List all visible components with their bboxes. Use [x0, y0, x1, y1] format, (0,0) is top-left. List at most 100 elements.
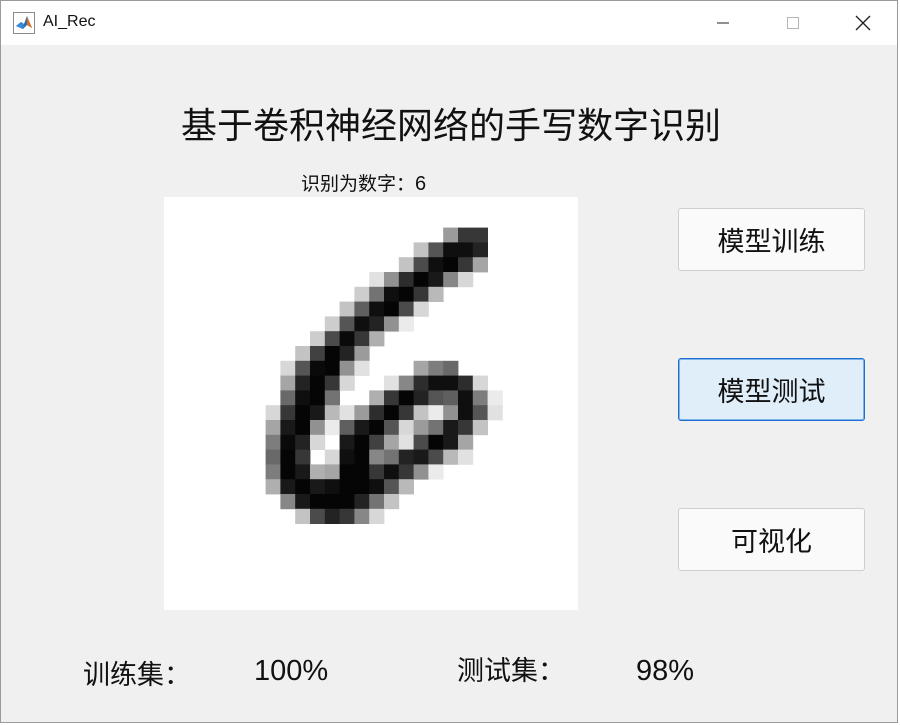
digit-pixel [369, 449, 385, 465]
digit-pixel [339, 316, 355, 332]
digit-pixel [354, 494, 370, 510]
maximize-button[interactable] [758, 1, 828, 45]
digit-pixel [413, 464, 429, 480]
digit-pixel [354, 286, 370, 302]
test-model-button[interactable]: 模型测试 [678, 358, 865, 421]
digit-pixel [280, 494, 296, 510]
digit-pixel [384, 449, 400, 465]
digit-pixel [384, 286, 400, 302]
digit-pixel [369, 420, 385, 436]
minimize-icon [717, 22, 729, 24]
digit-pixel [265, 434, 281, 450]
window-title: AI_Rec [43, 13, 96, 30]
digit-pixel [413, 257, 429, 273]
digit-pixel [487, 390, 503, 406]
digit-pixel [295, 434, 311, 450]
digit-pixel [458, 375, 474, 391]
digit-pixel [398, 405, 414, 421]
digit-pixel [280, 434, 296, 450]
digit-pixel [354, 331, 370, 347]
digit-pixel [354, 346, 370, 362]
digit-pixel [295, 346, 311, 362]
digit-pixel [472, 375, 488, 391]
digit-pixel [398, 272, 414, 288]
digit-pixel [324, 390, 340, 406]
digit-pixel [369, 390, 385, 406]
digit-pixel [354, 449, 370, 465]
digit-pixel [310, 405, 326, 421]
digit-pixel [413, 434, 429, 450]
digit-pixel [428, 242, 444, 258]
digit-pixel [369, 286, 385, 302]
digit-pixel [398, 375, 414, 391]
digit-pixel [295, 508, 311, 524]
digit-pixel [354, 420, 370, 436]
digit-pixel [354, 405, 370, 421]
digit-pixel [458, 405, 474, 421]
digit-pixel [384, 420, 400, 436]
digit-pixel [428, 449, 444, 465]
digit-pixel [280, 464, 296, 480]
minimize-button[interactable] [688, 1, 758, 45]
digit-pixel [384, 494, 400, 510]
digit-pixel [413, 420, 429, 436]
digit-pixel [472, 390, 488, 406]
digit-pixel [398, 257, 414, 273]
digit-pixel [413, 272, 429, 288]
digit-pixel [265, 449, 281, 465]
digit-pixel [472, 420, 488, 436]
digit-pixel [339, 360, 355, 376]
digit-pixel [369, 494, 385, 510]
digit-pixel [339, 420, 355, 436]
digit-pixel [472, 227, 488, 243]
digit-image [265, 227, 503, 524]
test-set-label: 测试集： [457, 656, 565, 687]
recognition-result: 识别为数字：6 [301, 169, 426, 196]
digit-pixel [369, 405, 385, 421]
digit-pixel [458, 390, 474, 406]
digit-pixel [280, 375, 296, 391]
digit-pixel [310, 508, 326, 524]
digit-pixel [324, 420, 340, 436]
digit-pixel [280, 405, 296, 421]
digit-pixel [310, 360, 326, 376]
digit-pixel [339, 479, 355, 495]
visualize-button[interactable]: 可视化 [678, 508, 865, 571]
digit-pixel [428, 434, 444, 450]
close-button[interactable] [828, 1, 898, 45]
digit-pixel [472, 257, 488, 273]
digit-pixel [413, 375, 429, 391]
digit-pixel [339, 449, 355, 465]
digit-pixel [369, 464, 385, 480]
digit-pixel [398, 449, 414, 465]
digit-pixel [458, 242, 474, 258]
digit-pixel [398, 286, 414, 302]
digit-pixel [354, 301, 370, 317]
digit-pixel [398, 301, 414, 317]
digit-pixel [324, 360, 340, 376]
digit-pixel [324, 346, 340, 362]
digit-pixel [443, 242, 459, 258]
digit-pixel [369, 331, 385, 347]
digit-pixel [428, 360, 444, 376]
digit-pixel [280, 449, 296, 465]
digit-pixel [428, 390, 444, 406]
close-icon [855, 15, 871, 31]
train-model-button[interactable]: 模型训练 [678, 208, 865, 271]
digit-pixel [428, 420, 444, 436]
digit-pixel [398, 464, 414, 480]
digit-pixel [443, 360, 459, 376]
digit-pixel [369, 508, 385, 524]
digit-pixel [413, 242, 429, 258]
digit-pixel [339, 464, 355, 480]
digit-pixel [384, 316, 400, 332]
digit-pixel [428, 257, 444, 273]
digit-pixel [472, 242, 488, 258]
digit-pixel [310, 390, 326, 406]
digit-pixel [413, 286, 429, 302]
digit-pixel [339, 434, 355, 450]
title-bar[interactable]: AI_Rec [1, 1, 897, 45]
digit-pixel [310, 434, 326, 450]
digit-pixel [310, 479, 326, 495]
result-value: 6 [415, 173, 427, 195]
